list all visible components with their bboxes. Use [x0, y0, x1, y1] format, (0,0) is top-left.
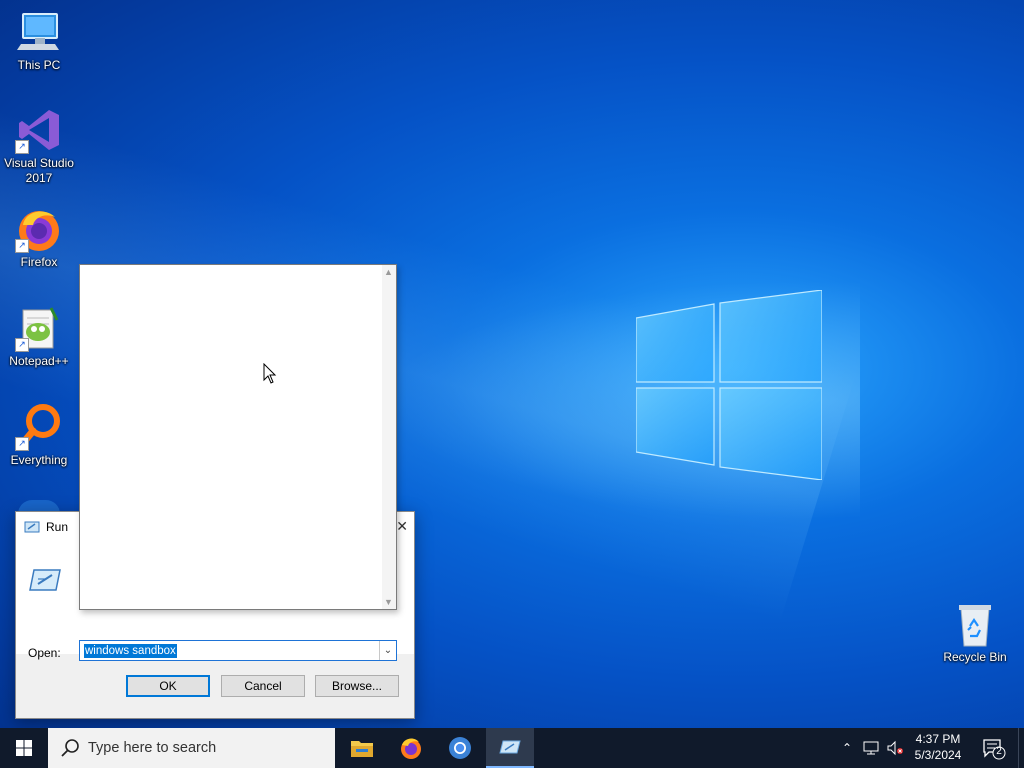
taskbar-clock[interactable]: 4:37 PM 5/3/2024: [908, 731, 968, 763]
firefox-icon: [401, 738, 421, 759]
desktop-icon-label: Visual Studio 2017: [4, 156, 74, 185]
run-footer: OK Cancel Browse...: [16, 655, 414, 717]
scroll-down-icon[interactable]: ▼: [384, 597, 393, 607]
browse-button[interactable]: Browse...: [315, 675, 399, 697]
volume-muted-icon[interactable]: [884, 728, 906, 768]
desktop-icon-label: Everything: [10, 453, 68, 467]
desktop-icon-label: Notepad++: [9, 354, 69, 368]
taskbar-search-box[interactable]: Type here to search: [48, 728, 335, 768]
run-title: Run: [46, 520, 69, 534]
search-icon: [61, 739, 79, 757]
this-pc-icon: [17, 13, 59, 50]
desktop-icon-recycle-bin[interactable]: Recycle Bin: [936, 600, 1014, 665]
taskbar-chrome[interactable]: [436, 728, 484, 768]
recycle-bin-icon: [959, 605, 991, 647]
file-explorer-icon: [351, 741, 373, 757]
dropdown-scrollbar[interactable]: ▲ ▼: [382, 265, 396, 609]
mouse-pointer-icon: [263, 363, 277, 384]
taskbar-firefox[interactable]: [387, 728, 435, 768]
ok-button[interactable]: OK: [126, 675, 210, 697]
shortcut-arrow-icon: ↗: [15, 338, 29, 352]
desktop-icon-label: This PC: [17, 58, 61, 72]
run-icon: [24, 521, 40, 533]
clock-time: 4:37 PM: [915, 732, 961, 746]
action-center-button[interactable]: 2: [980, 734, 1008, 762]
notification-icon: [983, 739, 1006, 760]
scroll-up-icon[interactable]: ▲: [384, 267, 393, 277]
run-icon: [499, 740, 521, 754]
network-icon[interactable]: [860, 728, 882, 768]
desktop-icon-visual-studio[interactable]: ↗ Visual Studio 2017: [0, 106, 78, 186]
show-hidden-icons-chevron-icon[interactable]: ⌃: [838, 728, 856, 768]
clock-date: 5/3/2024: [914, 748, 962, 762]
show-desktop-button[interactable]: [1018, 728, 1024, 768]
desktop-icon-this-pc[interactable]: This PC: [0, 8, 78, 73]
autocomplete-dropdown[interactable]: ▲ ▼: [79, 264, 397, 610]
chrome-icon: [449, 737, 471, 759]
taskbar-run[interactable]: [486, 728, 534, 768]
windows-logo-wallpaper: [636, 290, 822, 480]
taskbar: Type here to search ⌃ 4:37 PM 5/3/2024 2: [0, 728, 1024, 768]
desktop-icon-firefox[interactable]: ↗ Firefox: [0, 205, 78, 270]
search-placeholder: Type here to search: [88, 740, 217, 756]
run-program-icon: [29, 569, 61, 591]
desktop-icon-label: Recycle Bin: [943, 650, 1007, 664]
shortcut-arrow-icon: ↗: [15, 239, 29, 253]
desktop-icon-everything[interactable]: ↗ Everything: [0, 403, 78, 468]
taskbar-file-explorer[interactable]: [338, 728, 386, 768]
notification-count-badge: 2: [996, 746, 1002, 757]
start-button[interactable]: [0, 728, 48, 768]
shortcut-arrow-icon: ↗: [15, 437, 29, 451]
windows-start-icon: [16, 740, 32, 756]
shortcut-arrow-icon: ↗: [15, 140, 29, 154]
cancel-button[interactable]: Cancel: [221, 675, 305, 697]
desktop-icon-label: Firefox: [20, 255, 58, 269]
desktop-icon-notepad-plus-plus[interactable]: ↗ Notepad++: [0, 304, 78, 369]
close-icon[interactable]: ✕: [396, 518, 408, 535]
